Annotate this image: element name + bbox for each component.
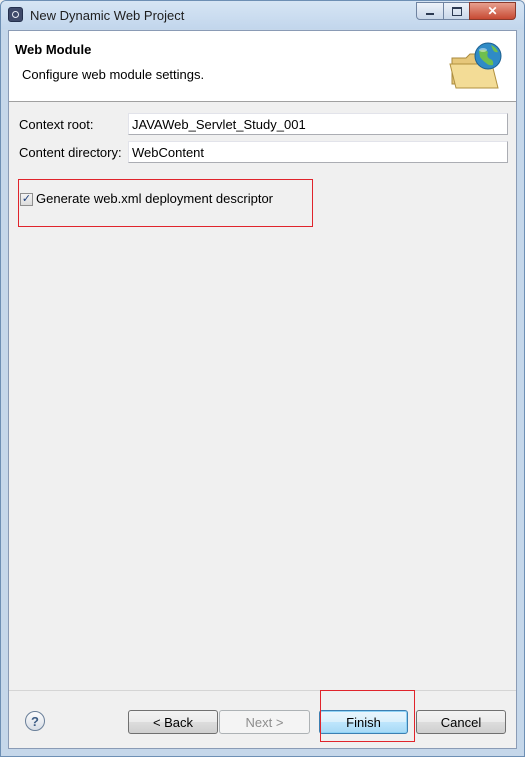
help-icon[interactable]: ?	[25, 711, 45, 731]
folder-globe-icon	[449, 42, 502, 89]
annotation-box-finish	[320, 690, 415, 742]
check-icon: ✓	[21, 193, 32, 205]
content-directory-input[interactable]	[128, 141, 508, 163]
next-button[interactable]: Next >	[219, 710, 310, 734]
eclipse-icon	[8, 7, 23, 22]
context-root-input[interactable]	[128, 113, 508, 135]
page-description: Configure web module settings.	[22, 67, 205, 82]
maximize-button[interactable]	[443, 2, 470, 20]
context-root-label: Context root:	[19, 117, 94, 132]
maximize-icon	[451, 6, 462, 16]
back-button[interactable]: < Back	[128, 710, 218, 734]
generate-descriptor-label[interactable]: Generate web.xml deployment descriptor	[36, 191, 273, 206]
wizard-banner: Web Module Configure web module settings…	[9, 31, 516, 102]
minimize-icon	[426, 13, 434, 15]
cancel-button[interactable]: Cancel	[416, 710, 506, 734]
content-directory-label: Content directory:	[19, 145, 122, 160]
generate-descriptor-checkbox[interactable]: ✓	[20, 193, 33, 206]
title-bar[interactable]: New Dynamic Web Project ✕	[1, 1, 524, 29]
dialog-window: New Dynamic Web Project ✕ Web Module Con…	[0, 0, 525, 757]
footer-divider	[9, 690, 516, 691]
window-title: New Dynamic Web Project	[30, 8, 185, 23]
close-button[interactable]: ✕	[469, 2, 516, 20]
close-icon: ✕	[487, 4, 498, 18]
page-title: Web Module	[15, 42, 92, 57]
dialog-content: Web Module Configure web module settings…	[8, 30, 517, 749]
minimize-button[interactable]	[416, 2, 444, 20]
